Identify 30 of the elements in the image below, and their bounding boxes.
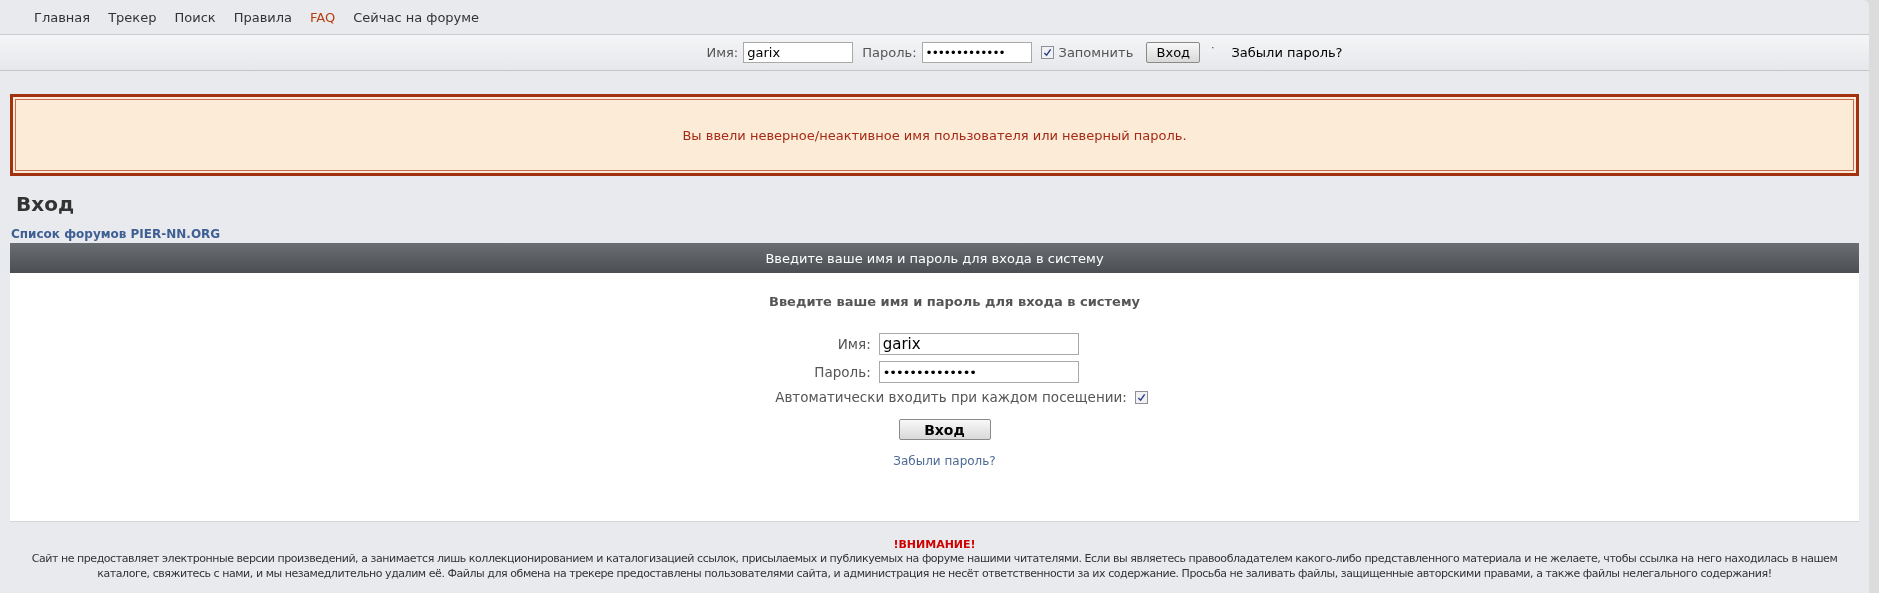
checkbox[interactable] (1040, 46, 1054, 59)
username-label: Имя: (836, 336, 871, 352)
username-label: Имя: (706, 45, 739, 60)
form-title: Введите ваше имя и пароль для входа в систему (768, 294, 1140, 309)
nav-link[interactable]: Поиск (174, 9, 216, 25)
nav-link[interactable]: FAQ (310, 9, 336, 25)
nav-link[interactable]: Трекер (108, 9, 157, 25)
password-field[interactable]: ••••••••••••• (921, 42, 1032, 63)
nav-link[interactable]: Правила (233, 9, 293, 25)
forgot-password-link[interactable]: Забыли пароль? (893, 454, 996, 468)
login-button[interactable]: Вход (1146, 42, 1201, 63)
username-field[interactable]: garix (743, 42, 854, 63)
password-label: Пароль: (862, 45, 917, 60)
username-field[interactable]: garix (878, 333, 1079, 355)
login-button[interactable]: Вход (898, 419, 991, 440)
error-message: Вы ввели неверное/неактивное имя пользователя или неверный пароль. (682, 127, 1187, 143)
forgot-password-link[interactable]: Забыли пароль? (1231, 45, 1343, 60)
remember-label: Запомнить (1058, 45, 1134, 60)
page-title: Вход (16, 191, 76, 217)
separator-dot: · (1211, 42, 1215, 53)
password-field[interactable]: •••••••••••••• (878, 361, 1079, 383)
autologin-label: Автоматически входить при каждом посещении: (775, 389, 1127, 405)
nav-link[interactable]: Главная (34, 9, 91, 25)
panel-header-text: Введите ваше имя и пароль для входа в систему (765, 250, 1104, 266)
warning-heading: !ВНИМАНИЕ! (892, 538, 977, 551)
breadcrumb-link[interactable]: Список форумов PIER-NN.ORG (11, 227, 221, 241)
checkbox[interactable] (1134, 390, 1148, 404)
nav-link[interactable]: Сейчас на форуме (353, 9, 480, 25)
password-label: Пароль: (814, 364, 871, 380)
disclaimer-text: Сайт не предоставляет электронные версии произведений, а занимается лишь коллекционированием и каталогизацией ссылок, присылаемых и публикуемых на форуме нашими читателями. Если вы являетесь правообладателем какого-либо представленного материала и не желаете, чтобы ссылка на него находилась в нашем каталоге, свяжитесь с нами, и мы незамедлительно удалим её. Файлы для обмена на трекере предоставлены пользователями сайта, и администрация не несёт ответственности за их содержание. Просьба не заливать файлы, защищенные авторскими правами, а также файлы нелегального содержания! (30, 551, 1839, 581)
